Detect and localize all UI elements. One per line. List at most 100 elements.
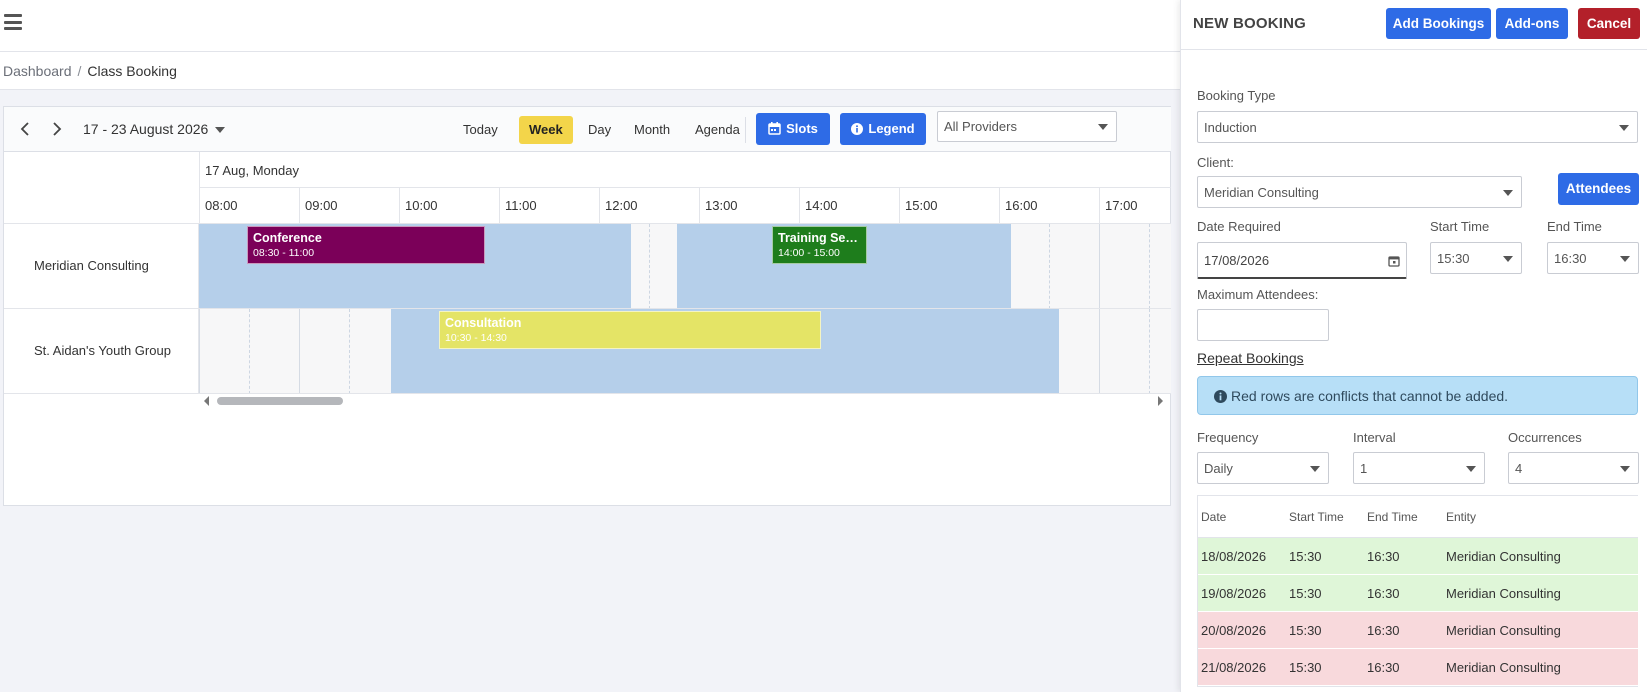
day-header: 17 Aug, Monday (199, 152, 1171, 188)
grid-line (299, 309, 300, 393)
next-week-icon[interactable] (49, 120, 65, 138)
occurrences-value: 4 (1515, 461, 1523, 476)
start-time-label: Start Time (1430, 219, 1490, 234)
table-row: 21/08/2026 15:30 16:30 Meridian Consulting (1198, 649, 1638, 686)
calendar-panel: 17 - 23 August 2026 Today Week Day Month… (3, 106, 1171, 506)
info-icon (851, 123, 864, 135)
table-row: 18/08/2026 15:30 16:30 Meridian Consulting (1198, 538, 1638, 575)
occurrences-label: Occurrences (1508, 430, 1582, 445)
booking-event-conference[interactable]: Conference 08:30 - 11:00 (247, 226, 485, 264)
event-title: Training Session (778, 231, 861, 245)
resource-label: St. Aidan's Youth Group (4, 309, 199, 394)
occurrences-select[interactable]: 4 (1508, 452, 1639, 484)
calendar-icon[interactable] (1388, 255, 1400, 267)
column-header: Date (1201, 510, 1227, 524)
date-required-input[interactable]: 17/08/2026 (1197, 242, 1407, 279)
chevron-down-icon (1619, 125, 1629, 131)
table-cell-date: 20/08/2026 (1201, 623, 1267, 638)
resource-label: Meridian Consulting (4, 224, 199, 309)
event-title: Conference (253, 231, 322, 245)
booking-type-select[interactable]: Induction (1197, 111, 1638, 143)
interval-label: Interval (1353, 430, 1396, 445)
grid-line (1099, 224, 1100, 308)
chevron-down-icon (1503, 190, 1513, 196)
grid-line (1099, 309, 1100, 393)
hour-label: 08:00 (199, 188, 299, 224)
provider-filter-value: All Providers (944, 119, 1017, 134)
scroll-left-icon[interactable] (204, 396, 209, 406)
end-time-value: 16:30 (1554, 251, 1587, 266)
hour-label: 15:00 (899, 188, 999, 224)
prev-week-icon[interactable] (17, 120, 33, 138)
chevron-down-icon (1503, 256, 1513, 262)
breadcrumb-dashboard-link[interactable]: Dashboard (3, 63, 72, 79)
legend-button[interactable]: Legend (840, 113, 926, 145)
table-body: 18/08/2026 15:30 16:30 Meridian Consulting 1… (1198, 538, 1638, 686)
end-time-label: End Time (1547, 219, 1602, 234)
breadcrumb: Dashboard / Class Booking (0, 52, 1180, 90)
scroll-thumb[interactable] (217, 397, 343, 405)
event-title: Consultation (445, 316, 522, 330)
resource-lane[interactable]: Consultation 10:30 - 14:30 (199, 309, 1171, 394)
legend-label: Legend (868, 121, 915, 136)
chevron-down-icon (1466, 466, 1476, 472)
view-week-button[interactable]: Week (519, 116, 573, 144)
resource-lane[interactable]: Conference 08:30 - 11:00 Training Sessio… (199, 224, 1171, 309)
attendees-button[interactable]: Attendees (1558, 173, 1639, 205)
table-cell-end: 16:30 (1367, 586, 1400, 601)
max-attendees-input[interactable] (1197, 309, 1329, 341)
interval-select[interactable]: 1 (1353, 452, 1485, 484)
new-booking-drawer: NEW BOOKING Add Bookings Add-ons Cancel … (1180, 0, 1647, 692)
repeat-bookings-link[interactable]: Repeat Bookings (1197, 350, 1304, 366)
interval-value: 1 (1360, 461, 1368, 476)
addons-button[interactable]: Add-ons (1496, 8, 1568, 39)
table-cell-start: 15:30 (1289, 549, 1322, 564)
booking-type-value: Induction (1204, 120, 1257, 135)
frequency-select[interactable]: Daily (1197, 452, 1329, 484)
start-time-select[interactable]: 15:30 (1430, 242, 1522, 274)
table-cell-entity: Meridian Consulting (1446, 660, 1561, 675)
start-time-value: 15:30 (1437, 251, 1470, 266)
end-time-select[interactable]: 16:30 (1547, 242, 1639, 274)
cancel-button[interactable]: Cancel (1578, 8, 1640, 39)
resource-header-cell (4, 152, 199, 224)
event-time: 08:30 - 11:00 (253, 247, 315, 259)
table-cell-date: 21/08/2026 (1201, 660, 1267, 675)
grid-line (1049, 224, 1050, 308)
table-cell-end: 16:30 (1367, 623, 1400, 638)
add-bookings-button[interactable]: Add Bookings (1386, 8, 1491, 39)
column-header: End Time (1367, 510, 1418, 524)
horizontal-scrollbar[interactable] (199, 392, 1171, 408)
grid-line (249, 309, 250, 393)
drawer-header: NEW BOOKING Add Bookings Add-ons Cancel (1181, 0, 1647, 50)
view-agenda-button[interactable]: Agenda (685, 116, 750, 144)
table-row: 19/08/2026 15:30 16:30 Meridian Consulting (1198, 575, 1638, 612)
menu-icon[interactable] (4, 14, 22, 30)
grid-line (649, 224, 650, 308)
frequency-label: Frequency (1197, 430, 1259, 445)
booking-event-training[interactable]: Training Session 14:00 - 15:00 (772, 226, 867, 264)
table-cell-end: 16:30 (1367, 660, 1400, 675)
date-range-picker[interactable]: 17 - 23 August 2026 (83, 121, 226, 137)
column-header: Start Time (1289, 510, 1344, 524)
view-today-button[interactable]: Today (453, 116, 508, 144)
table-cell-end: 16:30 (1367, 549, 1400, 564)
client-select[interactable]: Meridian Consulting (1197, 176, 1522, 208)
scroll-right-icon[interactable] (1158, 396, 1163, 406)
view-day-button[interactable]: Day (578, 116, 621, 144)
view-month-button[interactable]: Month (624, 116, 680, 144)
booking-event-consultation[interactable]: Consultation 10:30 - 14:30 (439, 311, 821, 349)
table-cell-entity: Meridian Consulting (1446, 549, 1561, 564)
provider-filter-select[interactable]: All Providers (937, 111, 1117, 142)
hour-label: 12:00 (599, 188, 699, 224)
conflict-notice: Red rows are conflicts that cannot be ad… (1197, 376, 1638, 415)
conflict-notice-text: Red rows are conflicts that cannot be ad… (1231, 388, 1509, 404)
info-icon (1214, 390, 1227, 403)
drawer-title: NEW BOOKING (1193, 15, 1307, 32)
table-cell-date: 19/08/2026 (1201, 586, 1267, 601)
slots-button[interactable]: Slots (756, 113, 830, 145)
table-header-row: Date Start Time End Time Entity (1198, 496, 1638, 538)
hour-label: 13:00 (699, 188, 799, 224)
table-cell-start: 15:30 (1289, 623, 1322, 638)
chevron-down-icon (215, 127, 226, 134)
